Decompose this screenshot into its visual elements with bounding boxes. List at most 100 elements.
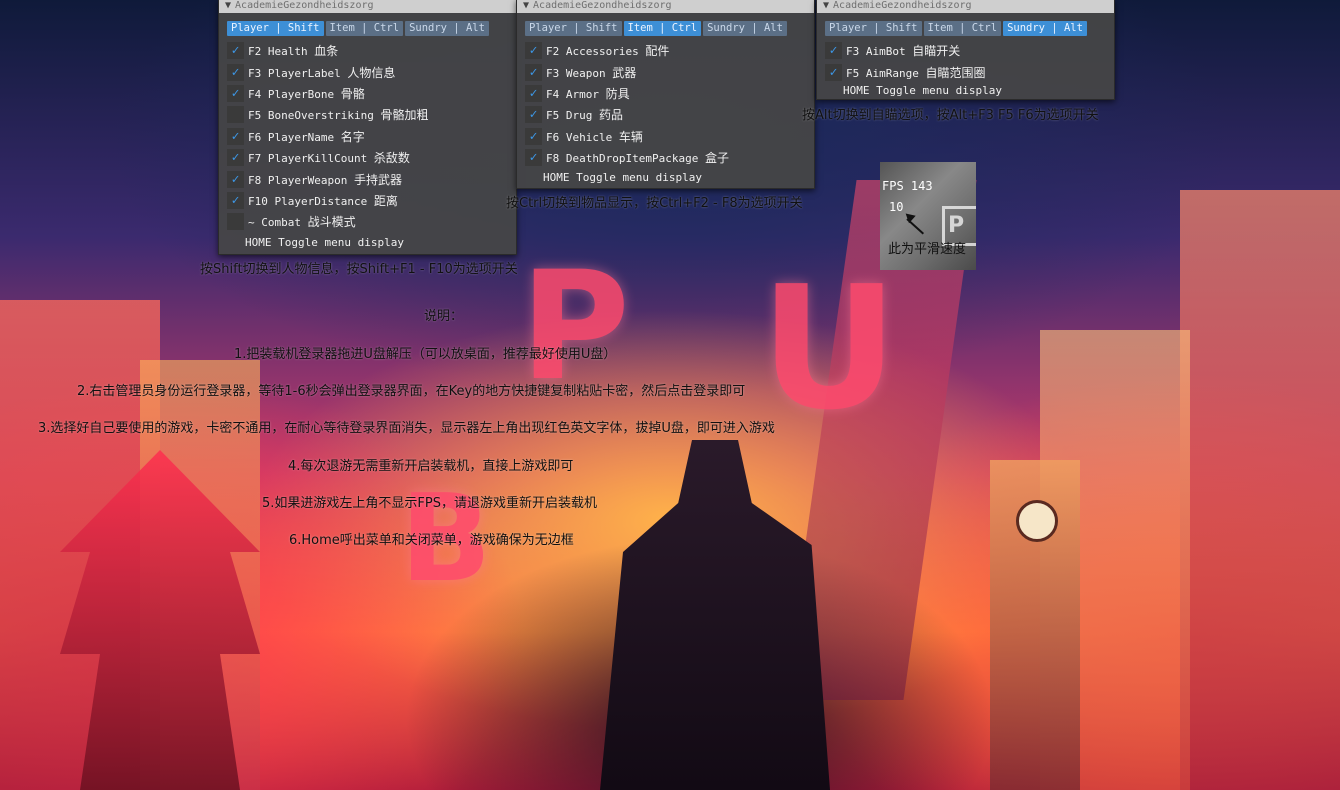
- option-chinese-label: 手持武器: [353, 172, 402, 187]
- tab-sundry[interactable]: Sundry | Alt: [1003, 21, 1087, 36]
- option-row[interactable]: ✓ F4 Armor 防具: [525, 83, 814, 104]
- option-hotkey: F2 Accessories: [546, 45, 639, 59]
- menu-footer: HOME Toggle menu display: [843, 83, 1002, 97]
- tab-item[interactable]: Item | Ctrl: [325, 21, 404, 36]
- option-chinese-label: 名字: [340, 129, 365, 144]
- tab-sundry[interactable]: Sundry | Alt: [703, 21, 787, 36]
- checkbox-checked-icon[interactable]: ✓: [227, 42, 244, 60]
- checkbox-checked-icon[interactable]: ✓: [525, 127, 542, 145]
- option-row[interactable]: ✓ F2 Health 血条: [227, 40, 516, 61]
- option-label: F4 PlayerBone 骨骼: [248, 85, 365, 102]
- checkbox-checked-icon[interactable]: ✓: [825, 42, 842, 60]
- option-chinese-label: 距离: [373, 193, 398, 208]
- checkbox-checked-icon[interactable]: ✓: [525, 106, 542, 124]
- option-row[interactable]: ✓ F6 PlayerName 名字: [227, 126, 516, 147]
- checkbox-checked-icon[interactable]: ✓: [227, 127, 244, 145]
- option-chinese-label: 骨骼加粗: [380, 108, 429, 123]
- option-hotkey: F3 AimBot: [846, 45, 906, 59]
- option-hotkey: F5 AimRange: [846, 66, 919, 80]
- player-menu-tabs: Player | Shift Item | Ctrl Sundry | Alt: [219, 13, 516, 38]
- collapse-triangle-icon[interactable]: ▼: [823, 0, 829, 11]
- smoothing-value: 10: [889, 200, 904, 214]
- option-row[interactable]: ✓ F3 Weapon 武器: [525, 61, 814, 82]
- option-row[interactable]: ✓ F2 Accessories 配件: [525, 40, 814, 61]
- clock-tower: [990, 460, 1080, 790]
- sundry-menu-window: ▼ AcademieGezondheidszorg Player | Shift …: [816, 0, 1115, 100]
- player-menu-titlebar[interactable]: ▼ AcademieGezondheidszorg: [219, 0, 516, 13]
- option-label: F8 DeathDropItemPackage 盒子: [546, 149, 729, 166]
- checkbox-checked-icon[interactable]: ✓: [227, 63, 244, 81]
- checkbox-unchecked-icon[interactable]: ✓: [227, 106, 244, 124]
- item-menu-caption: 按Ctrl切换到物品显示，按Ctrl+F2 - F8为选项开关: [506, 196, 803, 211]
- checkbox-checked-icon[interactable]: ✓: [525, 63, 542, 81]
- option-hotkey: F8 DeathDropItemPackage: [546, 152, 699, 166]
- checkbox-checked-icon[interactable]: ✓: [825, 63, 842, 81]
- checkbox-checked-icon[interactable]: ✓: [227, 149, 244, 167]
- option-hotkey: ~ Combat: [248, 216, 301, 230]
- instruction-line-5: 5.如果进游戏左上角不显示FPS，请退游戏重新开启装载机: [262, 496, 597, 511]
- person-silhouette: [600, 440, 830, 790]
- option-hotkey: F10 PlayerDistance: [248, 194, 368, 208]
- option-label: F2 Health 血条: [248, 42, 338, 59]
- option-row[interactable]: ✓ F8 PlayerWeapon 手持武器: [227, 168, 516, 189]
- option-chinese-label: 血条: [314, 44, 339, 59]
- menu-footer: HOME Toggle menu display: [245, 235, 404, 249]
- option-label: F3 AimBot 自瞄开关: [846, 42, 960, 59]
- sundry-options-list: ✓ F3 AimBot 自瞄开关 ✓ F5 AimRange 自瞄范围圈: [817, 38, 1114, 83]
- option-row[interactable]: ✓ F5 AimRange 自瞄范围圈: [825, 61, 1114, 82]
- option-label: ~ Combat 战斗模式: [248, 213, 356, 230]
- instructions-heading: 说明：: [424, 309, 464, 324]
- sundry-menu-titlebar[interactable]: ▼ AcademieGezondheidszorg: [817, 0, 1114, 13]
- smoothing-note: 此为平滑速度: [888, 242, 967, 257]
- option-row[interactable]: ✓ F6 Vehicle 车辆: [525, 126, 814, 147]
- checkbox-checked-icon[interactable]: ✓: [525, 149, 542, 167]
- tab-player[interactable]: Player | Shift: [825, 21, 922, 36]
- building-right-2: [1040, 330, 1190, 790]
- option-label: F10 PlayerDistance 距离: [248, 192, 398, 209]
- option-row[interactable]: ✓~ Combat 战斗模式: [227, 211, 516, 232]
- option-hotkey: F7 PlayerKillCount: [248, 152, 368, 166]
- option-hotkey: F6 PlayerName: [248, 130, 335, 144]
- collapse-triangle-icon[interactable]: ▼: [523, 0, 529, 11]
- checkbox-unchecked-icon[interactable]: ✓: [227, 213, 244, 231]
- instruction-line-3: 3.选择好自己要使用的游戏，卡密不通用，在耐心等待登录界面消失，显示器左上角出现…: [38, 421, 775, 436]
- checkbox-checked-icon[interactable]: ✓: [525, 42, 542, 60]
- player-menu-caption: 按Shift切换到人物信息，按Shift+F1 - F10为选项开关: [200, 262, 518, 277]
- item-menu-window: ▼ AcademieGezondheidszorg Player | Shift …: [516, 0, 815, 189]
- option-hotkey: F4 PlayerBone: [248, 87, 335, 101]
- sundry-menu-tabs: Player | Shift Item | Ctrl Sundry | Alt: [817, 13, 1114, 38]
- option-row[interactable]: ✓ F5 Drug 药品: [525, 104, 814, 125]
- checkbox-checked-icon[interactable]: ✓: [227, 191, 244, 209]
- tab-player[interactable]: Player | Shift: [227, 21, 324, 36]
- option-row[interactable]: ✓ F4 PlayerBone 骨骼: [227, 83, 516, 104]
- item-menu-titlebar[interactable]: ▼ AcademieGezondheidszorg: [517, 0, 814, 13]
- tab-player[interactable]: Player | Shift: [525, 21, 622, 36]
- checkbox-checked-icon[interactable]: ✓: [227, 170, 244, 188]
- option-chinese-label: 车辆: [618, 129, 643, 144]
- option-row[interactable]: ✓ F7 PlayerKillCount 杀敌数: [227, 147, 516, 168]
- option-chinese-label: 杀敌数: [373, 151, 410, 166]
- fps-counter: FPS 143: [882, 179, 933, 193]
- window-title: AcademieGezondheidszorg: [533, 0, 672, 11]
- option-label: F5 AimRange 自瞄范围圈: [846, 64, 986, 81]
- option-label: F2 Accessories 配件: [546, 42, 669, 59]
- player-options-list: ✓ F2 Health 血条 ✓ F3 PlayerLabel 人物信息 ✓ F4 Pla…: [219, 38, 516, 233]
- option-label: F7 PlayerKillCount 杀敌数: [248, 149, 410, 166]
- tab-sundry[interactable]: Sundry | Alt: [405, 21, 489, 36]
- option-hotkey: F3 PlayerLabel: [248, 66, 341, 80]
- option-hotkey: F5 Drug: [546, 109, 593, 123]
- tab-item[interactable]: Item | Ctrl: [623, 21, 702, 36]
- option-row[interactable]: ✓ F10 PlayerDistance 距离: [227, 190, 516, 211]
- option-label: F6 Vehicle 车辆: [546, 128, 643, 145]
- collapse-triangle-icon[interactable]: ▼: [225, 0, 231, 11]
- option-row[interactable]: ✓F5 BoneOverstriking 骨骼加粗: [227, 104, 516, 125]
- window-title: AcademieGezondheidszorg: [833, 0, 972, 11]
- option-chinese-label: 防具: [605, 86, 630, 101]
- option-chinese-label: 自瞄范围圈: [925, 65, 986, 80]
- option-row[interactable]: ✓ F8 DeathDropItemPackage 盒子: [525, 147, 814, 168]
- checkbox-checked-icon[interactable]: ✓: [525, 84, 542, 102]
- checkbox-checked-icon[interactable]: ✓: [227, 84, 244, 102]
- option-row[interactable]: ✓ F3 PlayerLabel 人物信息: [227, 61, 516, 82]
- tab-item[interactable]: Item | Ctrl: [923, 21, 1002, 36]
- option-row[interactable]: ✓ F3 AimBot 自瞄开关: [825, 40, 1114, 61]
